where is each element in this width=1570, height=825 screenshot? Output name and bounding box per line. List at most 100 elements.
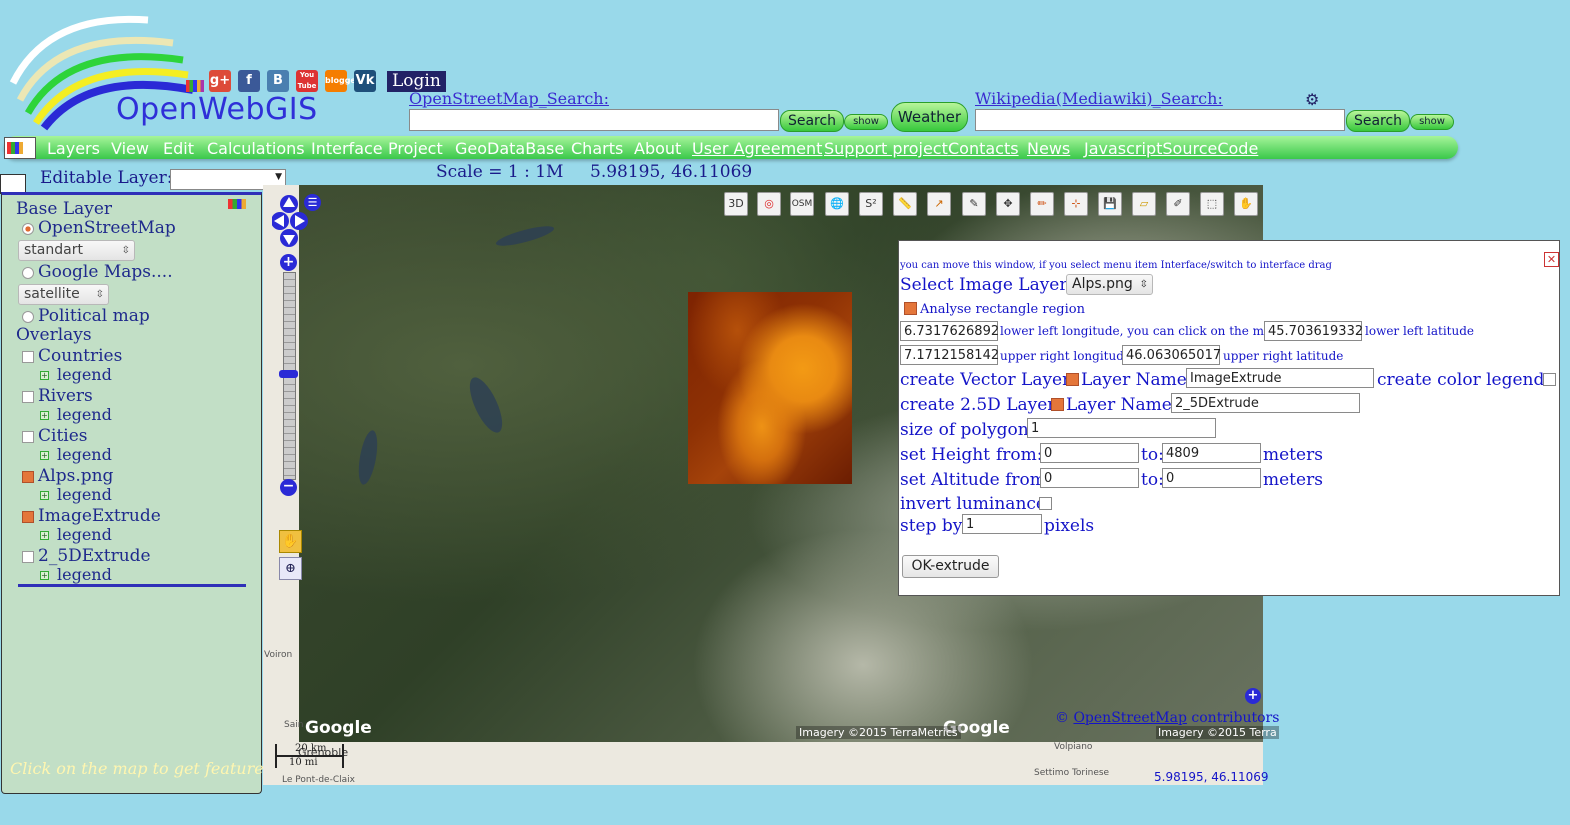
checkbox-icon[interactable]	[22, 470, 34, 483]
layer-2-5d-name-input[interactable]: 2_5DExtrude	[1171, 393, 1360, 413]
vector-name-input[interactable]: ImageExtrude	[1186, 368, 1374, 388]
height-to-input[interactable]: 4809	[1162, 443, 1261, 463]
zoom-box-icon[interactable]: ⊕	[279, 557, 302, 580]
altitude-to-input[interactable]: 0	[1162, 468, 1261, 488]
close-icon[interactable]: ✕	[1544, 252, 1559, 267]
pan-control-icon[interactable]	[272, 194, 308, 248]
menu-about[interactable]: About	[634, 139, 681, 158]
menu-support-project[interactable]: Support project	[824, 139, 948, 158]
menu-project[interactable]: Project	[388, 139, 443, 158]
osm-search-button[interactable]: Search	[780, 110, 844, 132]
vector-layer-checkbox[interactable]	[1066, 373, 1079, 386]
globe-icon[interactable]: 🌐	[825, 192, 849, 216]
menu-layers[interactable]: Layers	[47, 139, 100, 158]
zoom-in-icon[interactable]: +	[280, 254, 297, 271]
ll-lat-input[interactable]: 45.703619332	[1264, 321, 1363, 341]
expand-icon[interactable]: +	[40, 571, 49, 580]
modify-icon[interactable]: ✐	[1166, 192, 1190, 216]
overlay-imageextrude[interactable]: ImageExtrude	[22, 506, 161, 526]
menu-news[interactable]: News	[1027, 139, 1070, 158]
legend-rivers[interactable]: + legend	[40, 405, 112, 424]
ur-lon-input[interactable]: 7.1712158142	[900, 345, 999, 365]
checkbox-icon[interactable]	[22, 510, 34, 523]
hand-pan-icon[interactable]: ✋	[279, 530, 302, 553]
osm-search-title[interactable]: OpenStreetMap_Search:	[409, 89, 609, 108]
overlay-2-5dextrude[interactable]: 2_5DExtrude	[22, 546, 151, 566]
invert-checkbox[interactable]	[1039, 497, 1052, 510]
zoom-slider-handle[interactable]	[279, 370, 298, 378]
menu-interface[interactable]: Interface	[311, 139, 383, 158]
expand-icon[interactable]: +	[40, 371, 49, 380]
overlay-alps[interactable]: Alps.png	[22, 466, 113, 486]
wiki-search-input[interactable]	[975, 109, 1345, 131]
zoom-out-icon[interactable]: −	[280, 479, 297, 496]
menu-user-agreement[interactable]: User Agreement	[692, 139, 822, 158]
step-input[interactable]: 1	[962, 514, 1042, 534]
menu-charts[interactable]: Charts	[571, 139, 623, 158]
target-icon[interactable]: ◎	[757, 192, 781, 216]
overlay-countries[interactable]: Countries	[22, 346, 122, 366]
radio-icon[interactable]	[22, 310, 34, 323]
3d-view-icon[interactable]: 3D	[724, 192, 748, 216]
blogger-icon[interactable]: blogger	[325, 70, 360, 92]
vk-icon[interactable]: Vk	[354, 70, 376, 92]
pan-hand-icon[interactable]: ✋	[1234, 192, 1258, 216]
area-icon[interactable]: S²	[859, 192, 883, 216]
drag-feature-icon[interactable]: ⊹	[1064, 192, 1088, 216]
osm-show-button[interactable]: show	[844, 114, 888, 130]
legend-imageextrude[interactable]: + legend	[40, 525, 112, 544]
google-plus-icon[interactable]: g+	[209, 70, 231, 92]
base-osm-option[interactable]: OpenStreetMap	[22, 218, 176, 238]
ruler-icon[interactable]: 📏	[893, 192, 917, 216]
legend-2-5dextrude[interactable]: + legend	[40, 565, 112, 584]
select-box-icon[interactable]: ⬚	[1200, 192, 1224, 216]
color-legend-checkbox[interactable]	[1543, 373, 1556, 386]
move-icon[interactable]: ✥	[996, 192, 1020, 216]
expand-icon[interactable]: +	[40, 491, 49, 500]
expand-icon[interactable]: +	[40, 451, 49, 460]
draw-path-icon[interactable]: ↗	[927, 192, 951, 216]
expand-icon[interactable]: +	[40, 531, 49, 540]
save-icon[interactable]: 💾	[1098, 192, 1122, 216]
altitude-from-input[interactable]: 0	[1040, 468, 1139, 488]
ll-lon-input[interactable]: 6.7317626892	[900, 321, 999, 341]
radio-icon[interactable]	[22, 266, 34, 279]
menu-edit[interactable]: Edit	[163, 139, 194, 158]
blog-b-icon[interactable]: B	[267, 70, 289, 92]
menu-javascript-source[interactable]: JavascriptSourceCode	[1084, 139, 1258, 158]
checkbox-icon[interactable]	[22, 550, 34, 563]
osm-icon[interactable]: OSM	[790, 192, 814, 216]
layer-list-icon[interactable]: ☰	[304, 194, 321, 211]
wiki-show-button[interactable]: show	[1410, 114, 1454, 130]
osm-search-input[interactable]	[409, 109, 779, 131]
osm-credit-link[interactable]: OpenStreetMap	[1073, 710, 1187, 726]
ok-extrude-button[interactable]: OK-extrude	[902, 555, 999, 578]
radio-icon[interactable]	[22, 222, 34, 235]
image-layer-select[interactable]: Alps.png ⇳	[1066, 274, 1153, 295]
overview-map-toggle-icon[interactable]: +	[1245, 688, 1261, 704]
base-google-option[interactable]: Google Maps....	[22, 262, 173, 282]
base-political-option[interactable]: Political map	[22, 306, 150, 326]
google-style-select[interactable]: satellite ⇳	[18, 284, 109, 305]
legend-cities[interactable]: + legend	[40, 445, 112, 464]
menu-view[interactable]: View	[111, 139, 149, 158]
wiki-search-button[interactable]: Search	[1346, 110, 1410, 132]
polygon-size-input[interactable]: 1	[1027, 418, 1216, 438]
osm-style-select[interactable]: standart ⇳	[18, 240, 135, 261]
menu-calculations[interactable]: Calculations	[207, 139, 305, 158]
gear-icon[interactable]: ⚙	[1305, 92, 1321, 108]
menu-contacts[interactable]: Contacts	[948, 139, 1019, 158]
overlay-cities[interactable]: Cities	[22, 426, 88, 446]
expand-icon[interactable]: +	[40, 411, 49, 420]
facebook-icon[interactable]: f	[238, 70, 260, 92]
youtube-icon[interactable]: You Tube	[296, 70, 318, 92]
legend-countries[interactable]: + legend	[40, 365, 112, 384]
pencil-icon[interactable]: ✎	[962, 192, 986, 216]
layer-2-5d-checkbox[interactable]	[1051, 398, 1064, 411]
overlay-rivers[interactable]: Rivers	[22, 386, 93, 406]
weather-button[interactable]: Weather	[891, 102, 968, 132]
edit-line-icon[interactable]: ✏	[1030, 192, 1054, 216]
analyse-checkbox[interactable]	[904, 302, 917, 315]
height-from-input[interactable]: 0	[1040, 443, 1139, 463]
color-palette-icon[interactable]	[4, 137, 36, 159]
